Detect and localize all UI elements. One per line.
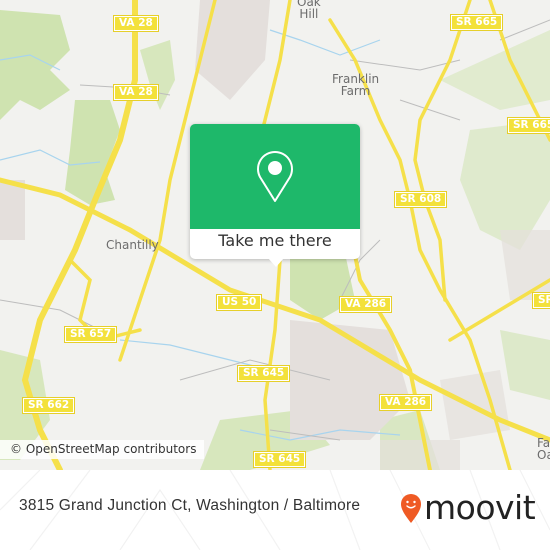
road-shield-sr645: SR 645 (236, 365, 291, 382)
road-shield-sr645: SR 645 (252, 451, 307, 468)
road-shield-va28: VA 28 (113, 84, 159, 101)
location-pin-icon (257, 151, 293, 202)
take-me-there-button[interactable]: Take me there (190, 231, 360, 250)
road-shield-va286: VA 286 (338, 296, 393, 313)
map-attribution[interactable]: © OpenStreetMap contributors (0, 440, 205, 459)
moovit-smiley-pin-icon (401, 494, 421, 523)
moovit-wordmark: moovit (424, 488, 536, 527)
road-shield-va286: VA 286 (378, 394, 433, 411)
map-view[interactable]: OakHill FranklinFarm Chantilly FaOa VA 2… (0, 0, 550, 470)
road-shield-va28: VA 28 (113, 15, 159, 32)
road-shield-sr657: SR 657 (63, 326, 118, 343)
place-label-franklin-farm: Franklin Farm (332, 72, 380, 98)
road-shield-sr: SR (532, 292, 550, 309)
place-label-fair-oaks: FaOa (537, 436, 550, 462)
road-shield-sr662: SR 662 (21, 397, 76, 414)
road-shield-sr608: SR 608 (393, 191, 448, 208)
take-me-there-popup[interactable]: Take me there (190, 124, 360, 267)
place-label-oak-hill: Oak Hill (297, 0, 321, 21)
popup-header[interactable] (190, 124, 360, 229)
footer-bar: 3815 Grand Junction Ct, Washington / Bal… (0, 470, 550, 550)
address-text: 3815 Grand Junction Ct, Washington / Bal… (19, 497, 361, 514)
road-shield-sr665: SR 665 (449, 14, 504, 31)
popup-tail (268, 258, 284, 267)
road-shield-sr665: SR 665 (506, 117, 550, 134)
road-shield-us50: US 50 (215, 294, 263, 311)
place-label-chantilly: Chantilly (106, 238, 159, 252)
